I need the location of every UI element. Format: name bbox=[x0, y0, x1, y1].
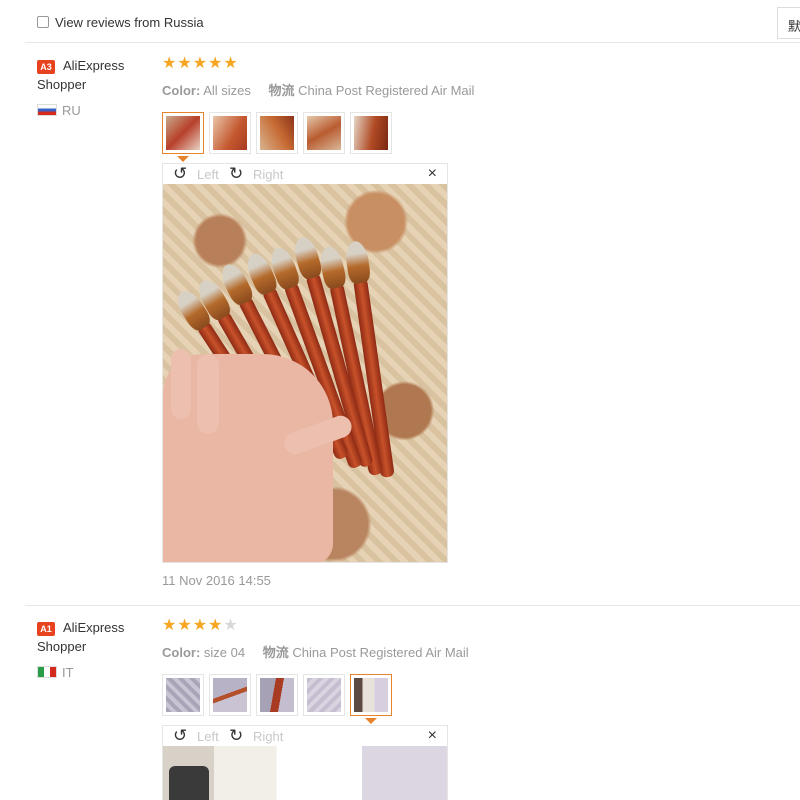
review-date: 11 Nov 2016 14:55 bbox=[162, 573, 271, 588]
logistics-value: China Post Registered Air Mail bbox=[298, 83, 475, 98]
review-photo-thumb[interactable] bbox=[256, 112, 298, 154]
photo-viewer: ↺ Left ↻ Right × bbox=[162, 163, 448, 563]
reviewer-country: IT bbox=[62, 665, 74, 680]
reviewer-name: AliExpress Shopper bbox=[37, 620, 125, 654]
review-photo-thumb[interactable] bbox=[303, 112, 345, 154]
star-icon: ★ bbox=[192, 617, 209, 634]
rotate-right-label[interactable]: Right bbox=[253, 729, 283, 744]
italy-flag-icon bbox=[37, 666, 57, 678]
rotate-right-icon[interactable]: ↻ bbox=[229, 165, 243, 182]
review-photo-thumb[interactable] bbox=[209, 112, 251, 154]
russia-filter-label[interactable]: View reviews from Russia bbox=[55, 15, 204, 30]
star-icon: ★ bbox=[162, 617, 178, 634]
viewer-toolbar: ↺ Left ↻ Right × bbox=[163, 726, 447, 746]
star-icon: ★ bbox=[223, 55, 239, 72]
rotate-left-icon[interactable]: ↺ bbox=[173, 727, 187, 744]
review-photo-large bbox=[163, 746, 447, 800]
order-info: Color: All sizes 物流 China Post Registere… bbox=[162, 80, 474, 99]
star-icon: ★ bbox=[177, 617, 193, 634]
rotate-left-icon[interactable]: ↺ bbox=[173, 165, 187, 182]
review-photo-thumb[interactable] bbox=[209, 674, 251, 716]
star-icon: ★ bbox=[177, 55, 193, 72]
review-photo-thumb[interactable] bbox=[350, 674, 392, 716]
review-item: A3 AliExpress Shopper RU ★★★★★ Color: Al… bbox=[25, 44, 800, 606]
color-value: size 04 bbox=[203, 645, 246, 660]
review-photo-thumb[interactable] bbox=[162, 112, 204, 154]
photo-viewer: ↺ Left ↻ Right × bbox=[162, 725, 448, 800]
logistics-label: 物流 bbox=[262, 645, 289, 660]
selected-thumb-indicator bbox=[177, 156, 189, 162]
close-icon[interactable]: × bbox=[428, 728, 437, 744]
star-empty-icon: ★ bbox=[223, 617, 239, 634]
rotate-right-icon[interactable]: ↻ bbox=[229, 727, 243, 744]
sort-dropdown[interactable]: 默 bbox=[777, 7, 800, 39]
review-photo-thumb[interactable] bbox=[350, 112, 392, 154]
star-icon: ★ bbox=[192, 55, 209, 72]
hand-image bbox=[171, 349, 191, 419]
rotate-right-label[interactable]: Right bbox=[253, 167, 283, 182]
review-photo-thumb[interactable] bbox=[303, 674, 345, 716]
review-photo-thumb[interactable] bbox=[162, 674, 204, 716]
selected-thumb-indicator bbox=[365, 718, 377, 724]
order-info: Color: size 04 物流 China Post Registered … bbox=[162, 642, 469, 661]
russia-flag-icon bbox=[37, 104, 57, 116]
reviewer-country: RU bbox=[62, 103, 81, 118]
color-label: Color: bbox=[162, 83, 201, 98]
hand-image bbox=[197, 354, 219, 434]
logistics-label: 物流 bbox=[268, 83, 295, 98]
rotate-left-label[interactable]: Left bbox=[197, 167, 219, 182]
rotate-left-label[interactable]: Left bbox=[197, 729, 219, 744]
reviewer-name: AliExpress Shopper bbox=[37, 58, 125, 92]
color-label: Color: bbox=[162, 645, 201, 660]
russia-filter-checkbox[interactable] bbox=[37, 16, 49, 28]
review-item: A1 AliExpress Shopper IT ★★★★★ Color: si… bbox=[25, 606, 800, 800]
rating-stars: ★★★★★ bbox=[162, 618, 239, 634]
review-thumbnails bbox=[162, 112, 402, 162]
review-photo-thumb[interactable] bbox=[256, 674, 298, 716]
star-icon: ★ bbox=[208, 617, 224, 634]
photo-detail bbox=[169, 766, 209, 800]
review-thumbnails bbox=[162, 674, 402, 724]
rating-stars: ★★★★★ bbox=[162, 56, 239, 72]
viewer-toolbar: ↺ Left ↻ Right × bbox=[163, 164, 447, 184]
star-icon: ★ bbox=[162, 55, 178, 72]
color-value: All sizes bbox=[203, 83, 251, 98]
review-filter-bar: View reviews from Russia 默 bbox=[25, 0, 800, 43]
close-icon[interactable]: × bbox=[428, 166, 437, 182]
logistics-value: China Post Registered Air Mail bbox=[292, 645, 469, 660]
review-photo-large bbox=[163, 184, 447, 562]
star-icon: ★ bbox=[208, 55, 224, 72]
